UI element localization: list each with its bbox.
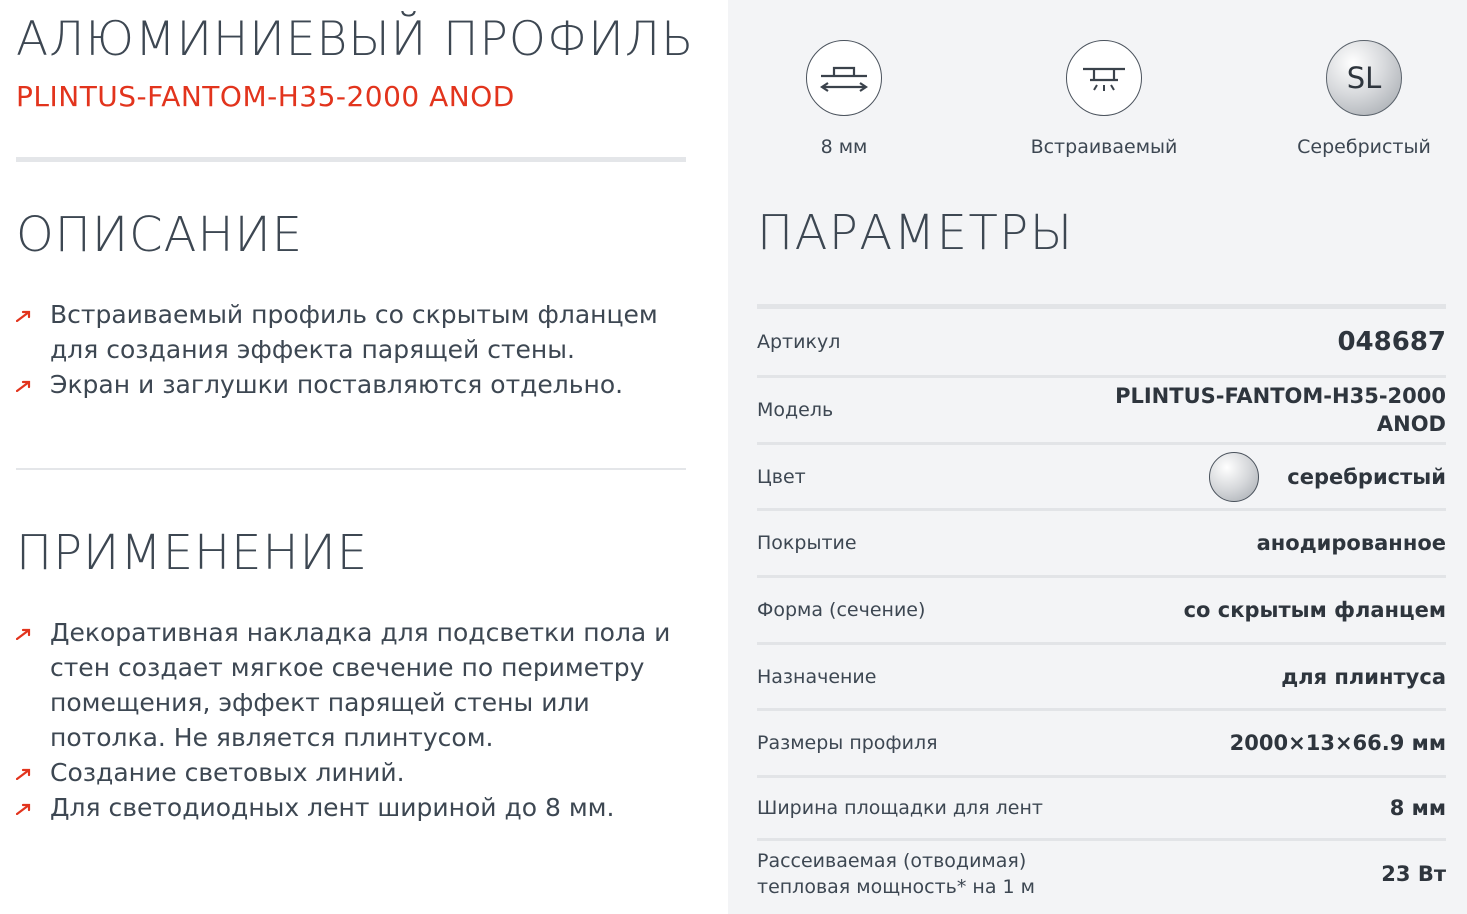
table-row: Размеры профиля 2000×13×66.9 мм — [757, 711, 1446, 778]
param-label: Назначение — [757, 665, 877, 688]
arrow-icon — [16, 768, 31, 780]
param-label-line: тепловая мощность* на 1 м — [757, 875, 1035, 898]
param-value: со скрытым фланцем — [1183, 598, 1446, 622]
color-sl-icon: SL — [1326, 40, 1402, 116]
param-label: Размеры профиля — [757, 732, 938, 754]
table-row: Назначение для плинтуса — [757, 645, 1446, 711]
arrow-icon — [16, 803, 31, 815]
param-value-text: серебристый — [1287, 464, 1446, 489]
product-model: PLINTUS-FANTOM-H35-2000 ANOD — [16, 80, 515, 113]
param-value: серебристый — [1209, 451, 1446, 502]
feature-color: SL Серебристый — [1264, 40, 1464, 158]
list-item-text: Экран и заглушки поставляются отдельно. — [50, 370, 624, 399]
description-heading: ОПИСАНИЕ — [16, 207, 304, 263]
list-item-text: Для светодиодных лент шириной до 8 мм. — [50, 793, 615, 822]
arrow-icon — [16, 310, 31, 322]
param-value: 2000×13×66.9 мм — [1229, 731, 1446, 755]
param-value: для плинтуса — [1281, 664, 1446, 689]
param-label: Цвет — [757, 465, 806, 488]
feature-strip-width: 8 мм — [744, 40, 944, 158]
param-value: 8 мм — [1389, 796, 1446, 820]
list-item-text: Встраиваемый профиль со скрытым фланцем … — [50, 300, 658, 364]
feature-mount-type: Встраиваемый — [1004, 40, 1204, 158]
list-item: Создание световых линий. — [16, 755, 706, 790]
feature-caption: 8 мм — [820, 136, 868, 158]
arrow-icon — [16, 628, 31, 640]
divider — [16, 468, 686, 470]
param-label-line: Рассеиваемая (отводимая) — [757, 849, 1027, 872]
table-row: Цвет серебристый — [757, 445, 1446, 511]
table-row: Покрытие анодированное — [757, 511, 1446, 578]
params-heading: ПАРАМЕТРЫ — [757, 205, 1074, 261]
table-row: Рассеиваемая (отводимая) тепловая мощнос… — [757, 841, 1446, 906]
param-value-line: PLINTUS-FANTOM-H35-2000 — [1115, 384, 1446, 408]
feature-caption: Серебристый — [1297, 136, 1431, 158]
param-value: анодированное — [1256, 531, 1446, 555]
list-item: Встраиваемый профиль со скрытым фланцем … — [16, 297, 706, 367]
application-list: Декоративная накладка для подсветки пола… — [16, 615, 706, 825]
table-row: Артикул 048687 — [757, 309, 1446, 378]
recessed-mount-icon — [1066, 40, 1142, 116]
list-item-text: Декоративная накладка для подсветки пола… — [50, 618, 671, 752]
application-heading: ПРИМЕНЕНИЕ — [16, 525, 369, 581]
table-row: Ширина площадки для лент 8 мм — [757, 778, 1446, 841]
param-label: Форма (сечение) — [757, 599, 926, 621]
list-item: Для светодиодных лент шириной до 8 мм. — [16, 790, 706, 825]
list-item: Экран и заглушки поставляются отдельно. — [16, 367, 706, 402]
param-label: Покрытие — [757, 532, 857, 554]
params-table: Артикул 048687 Модель PLINTUS-FANTOM-H35… — [757, 304, 1446, 906]
description-list: Встраиваемый профиль со скрытым фланцем … — [16, 297, 706, 402]
param-label: Ширина площадки для лент — [757, 797, 1043, 819]
product-title: АЛЮМИНИЕВЫЙ ПРОФИЛЬ — [16, 12, 695, 67]
param-value: PLINTUS-FANTOM-H35-2000 ANOD — [1115, 382, 1446, 438]
param-value: 23 Вт — [1381, 861, 1446, 886]
param-label: Артикул — [757, 331, 841, 353]
param-value: 048687 — [1337, 327, 1446, 357]
color-swatch-icon — [1209, 451, 1260, 502]
arrow-icon — [16, 380, 31, 392]
left-panel: АЛЮМИНИЕВЫЙ ПРОФИЛЬ PLINTUS-FANTOM-H35-2… — [0, 0, 728, 914]
strip-width-icon — [806, 40, 882, 116]
list-item-text: Создание световых линий. — [50, 758, 405, 787]
param-value-line: ANOD — [1376, 412, 1446, 436]
divider — [16, 157, 686, 162]
param-label: Рассеиваемая (отводимая) тепловая мощнос… — [757, 848, 1035, 900]
list-item: Декоративная накладка для подсветки пола… — [16, 615, 706, 755]
param-label: Модель — [757, 399, 834, 421]
feature-caption: Встраиваемый — [1030, 136, 1178, 158]
table-row: Форма (сечение) со скрытым фланцем — [757, 578, 1446, 645]
table-row: Модель PLINTUS-FANTOM-H35-2000 ANOD — [757, 378, 1446, 445]
